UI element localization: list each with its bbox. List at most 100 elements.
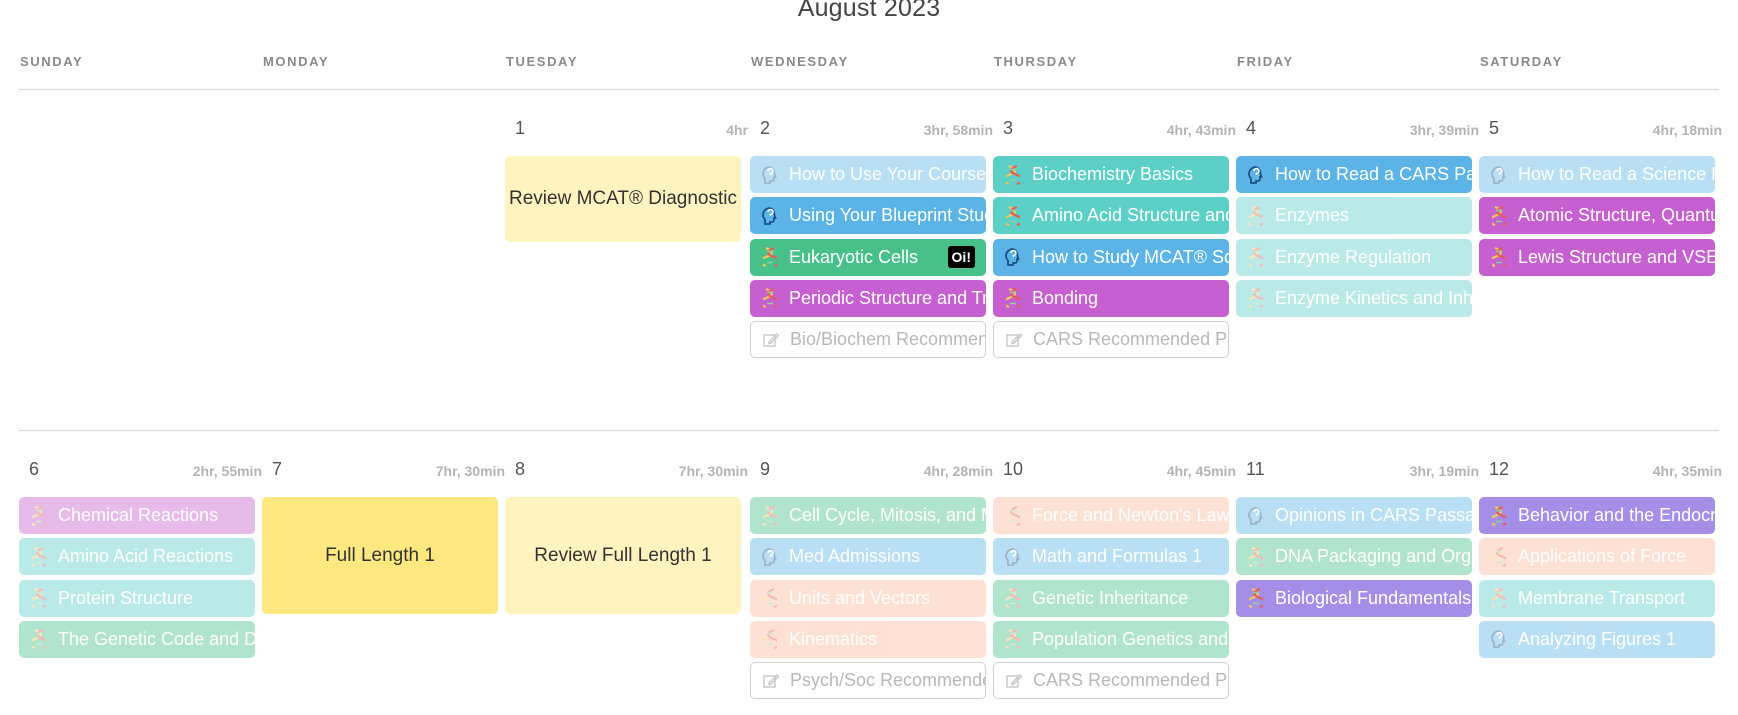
recommended-practice-item[interactable]: Bio/Biochem Recommended [750, 321, 986, 359]
weekday-thursday: THURSDAY [994, 54, 1078, 69]
lesson-item[interactable]: How to Read a Science Passage [1479, 156, 1715, 193]
lesson-item[interactable]: How to Use Your Course [750, 156, 986, 193]
lesson-label: Protein Structure [58, 587, 194, 608]
lesson-item[interactable]: Biochemistry Basics [993, 156, 1229, 193]
dna-icon [1245, 246, 1267, 268]
oi-badge[interactable]: Oi! [947, 245, 975, 268]
edit-icon [760, 670, 782, 692]
lesson-item[interactable]: Cell Cycle, Mitosis, and Meiosis [750, 497, 986, 534]
header-divider [19, 89, 1719, 90]
lesson-item[interactable]: Enzyme Kinetics and Inhibition [1236, 279, 1472, 317]
lesson-item[interactable]: Chemical Reactions [19, 497, 255, 534]
lesson-item[interactable]: Med Admissions [750, 538, 986, 576]
lesson-label: Population Genetics and [1032, 628, 1229, 649]
full-length-exam-block[interactable]: Full Length 1 [262, 497, 498, 614]
day-cell-empty [19, 118, 262, 358]
dna-icon [759, 505, 781, 527]
lesson-item[interactable]: Bonding [993, 279, 1229, 317]
day-number: 9 [760, 459, 771, 479]
lesson-label: Lewis Structure and VSEPR [1518, 246, 1715, 267]
dna-icon [759, 587, 781, 609]
lesson-item[interactable]: The Genetic Code and DNA [19, 620, 255, 658]
lesson-item[interactable]: Units and Vectors [750, 579, 986, 617]
dna-icon [1245, 205, 1267, 227]
dna-icon [28, 587, 50, 609]
lesson-item[interactable]: Biological Fundamentals [1236, 579, 1472, 617]
lesson-label: Periodic Structure and Trends [789, 287, 986, 308]
review-block[interactable]: Review MCAT® Diagnostic [505, 156, 741, 242]
lesson-item[interactable]: Opinions in CARS Passages [1236, 497, 1472, 534]
day-cell-10: 10 4hr, 45min Force and Newton's Laws Math … [993, 459, 1236, 700]
lesson-label: DNA Packaging and Organization [1275, 546, 1472, 567]
day-number: 7 [272, 459, 283, 479]
weekday-friday: FRIDAY [1237, 54, 1294, 69]
lesson-item[interactable]: Eukaryotic Cells Oi! [750, 238, 986, 276]
recommended-practice-item[interactable]: Psych/Soc Recommended [750, 662, 986, 700]
edit-icon [1003, 329, 1025, 351]
lesson-label: Psych/Soc Recommended [790, 670, 985, 691]
lesson-label: Membrane Transport [1518, 587, 1686, 608]
day-number: 3 [1003, 118, 1014, 138]
lesson-label: Kinematics [789, 628, 878, 649]
dna-icon [1488, 546, 1510, 568]
lesson-label: Bonding [1032, 287, 1099, 308]
weekday-saturday: SATURDAY [1480, 54, 1563, 69]
week-divider [19, 430, 1719, 431]
lesson-item[interactable]: Lewis Structure and VSEPR [1479, 238, 1715, 276]
dna-icon [1002, 505, 1024, 527]
day-number: 5 [1489, 118, 1500, 138]
lesson-item[interactable]: Kinematics [750, 620, 986, 658]
lesson-label: Applications of Force [1518, 546, 1687, 567]
dna-icon [1488, 246, 1510, 268]
lesson-item[interactable]: Enzyme Regulation [1236, 238, 1472, 276]
day-duration: 2hr, 55min [192, 463, 262, 479]
dna-icon [1002, 164, 1024, 186]
lesson-label: Atomic Structure, Quantum [1518, 205, 1715, 226]
lesson-label: How to Use Your Course [789, 164, 986, 184]
day-number: 2 [760, 118, 771, 138]
lesson-label: CARS Recommended Practice [1033, 329, 1228, 350]
block-label: Review MCAT® Diagnostic [509, 188, 737, 209]
edit-icon [760, 329, 782, 351]
lesson-label: Genetic Inheritance [1032, 587, 1189, 608]
head-icon [1002, 246, 1024, 268]
day-cell-4: 4 3hr, 39min How to Read a CARS Passage Enz… [1236, 118, 1479, 358]
lesson-item[interactable]: Protein Structure [19, 579, 255, 617]
lesson-item[interactable]: Enzymes [1236, 197, 1472, 235]
dna-icon [1002, 287, 1024, 309]
lesson-label: Enzymes [1275, 205, 1350, 226]
lesson-item[interactable]: Force and Newton's Laws [993, 497, 1229, 534]
lesson-item[interactable]: Math and Formulas 1 [993, 538, 1229, 576]
lesson-item[interactable]: Amino Acid Reactions [19, 538, 255, 576]
day-cell-7: 7 7hr, 30min Full Length 1 [262, 459, 505, 699]
lesson-label: Math and Formulas 1 [1032, 546, 1203, 567]
lesson-item[interactable]: Behavior and the Endocrine [1479, 497, 1715, 534]
lesson-item[interactable]: Membrane Transport [1479, 579, 1715, 617]
lesson-item[interactable]: Periodic Structure and Trends [750, 279, 986, 317]
lesson-label: Enzyme Kinetics and Inhibition [1275, 287, 1472, 308]
day-duration: 4hr, 45min [1166, 463, 1236, 479]
lesson-item[interactable]: How to Read a CARS Passage [1236, 156, 1472, 193]
dna-icon [1245, 287, 1267, 309]
recommended-practice-item[interactable]: CARS Recommended Practice [993, 321, 1229, 359]
recommended-practice-item[interactable]: CARS Recommended Practice [993, 662, 1229, 700]
lesson-item[interactable]: Amino Acid Structure and [993, 197, 1229, 235]
lesson-item[interactable]: Applications of Force [1479, 538, 1715, 576]
day-duration: 7hr, 30min [678, 463, 748, 479]
lesson-item[interactable]: How to Study MCAT® Science [993, 238, 1229, 276]
edit-icon [1003, 670, 1025, 692]
dna-icon [28, 505, 50, 527]
lesson-item[interactable]: DNA Packaging and Organization [1236, 538, 1472, 576]
dna-icon [1002, 205, 1024, 227]
lesson-item[interactable]: Analyzing Figures 1 [1479, 620, 1715, 658]
head-icon [759, 164, 781, 186]
lesson-label: How to Read a CARS Passage [1275, 164, 1472, 184]
dna-icon [759, 287, 781, 309]
lesson-item[interactable]: Population Genetics and [993, 620, 1229, 658]
lesson-item[interactable]: Using Your Blueprint Study [750, 197, 986, 235]
day-duration: 4hr [726, 122, 748, 138]
review-block[interactable]: Review Full Length 1 [505, 497, 741, 614]
lesson-item[interactable]: Atomic Structure, Quantum [1479, 197, 1715, 235]
lesson-item[interactable]: Genetic Inheritance [993, 579, 1229, 617]
block-label: Full Length 1 [325, 544, 435, 566]
